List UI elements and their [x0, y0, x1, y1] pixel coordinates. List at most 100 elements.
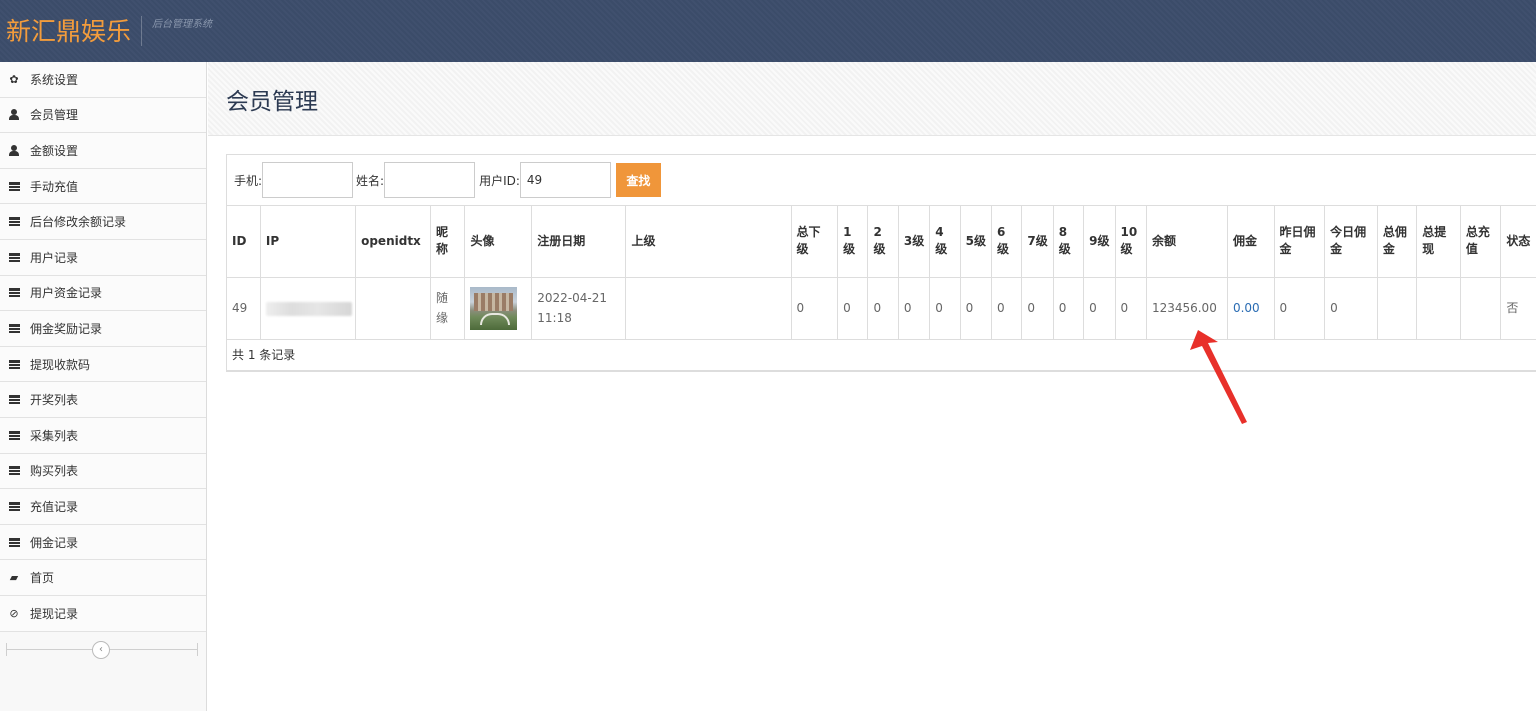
- sidebar-item-label: 后台修改余额记录: [30, 215, 127, 230]
- col-header-yesterday-commission[interactable]: 昨日佣金: [1273, 206, 1326, 278]
- calendar-icon: [6, 250, 22, 264]
- sidebar-item-recharge-log[interactable]: 充值记录: [0, 489, 206, 525]
- calendar-icon: [6, 428, 22, 442]
- sidebar-item-home[interactable]: ▰ 首页: [0, 560, 206, 596]
- calendar-icon: [6, 535, 22, 549]
- gear-icon: ✿: [9, 72, 19, 86]
- sidebar-item-user-log[interactable]: 用户记录: [0, 239, 206, 276]
- sidebar-item-label: 提现收款码: [30, 357, 91, 372]
- cell-openidtx: [355, 276, 432, 340]
- cell-id: 49: [227, 276, 261, 340]
- col-header-total-recharge[interactable]: 总充值: [1459, 206, 1502, 278]
- col-header-l10[interactable]: 10级: [1114, 206, 1147, 278]
- col-header-l4[interactable]: 4级: [929, 206, 961, 278]
- calendar-icon: [6, 357, 22, 371]
- col-header-today-commission[interactable]: 今日佣金: [1324, 206, 1378, 278]
- sidebar-item-members[interactable]: 会员管理: [0, 97, 206, 134]
- col-header-l5[interactable]: 5级: [959, 206, 993, 278]
- sidebar-item-label: 金额设置: [30, 143, 79, 158]
- col-header-balance[interactable]: 余额: [1145, 206, 1228, 278]
- avatar[interactable]: [470, 286, 518, 330]
- cell-l9: 0: [1083, 276, 1116, 340]
- sidebar-item-label: 佣金奖励记录: [30, 321, 103, 336]
- table-row[interactable]: 49 随缘 2022-04-21 11:18 0 0 0 0 0 0 0 0 0…: [227, 276, 1536, 340]
- cell-l5: 0: [959, 276, 993, 340]
- col-header-nickname[interactable]: 昵称: [430, 206, 466, 278]
- sidebar-item-withdraw-log[interactable]: ⊘ 提现记录: [0, 595, 206, 632]
- cell-avatar: [464, 276, 533, 340]
- annotation-arrow: [1190, 330, 1247, 424]
- col-header-avatar[interactable]: 头像: [464, 206, 533, 278]
- sidebar: ✿ 系统设置 会员管理 金额设置 手动充值 后台修改余额记录 用户记录 用户资金…: [0, 62, 207, 711]
- cell-reg-date: 2022-04-21 11:18: [531, 276, 627, 340]
- sidebar-item-withdraw-qrcode[interactable]: 提现收款码: [0, 346, 206, 383]
- folder-icon: ▰: [9, 571, 19, 585]
- brand-subtitle: 后台管理系统: [152, 18, 213, 30]
- sidebar-item-label: 提现记录: [30, 606, 79, 621]
- user-icon: [6, 108, 22, 122]
- cell-l6: 0: [991, 276, 1023, 340]
- cell-status: 否: [1500, 276, 1536, 340]
- col-header-openidtx[interactable]: openidtx: [355, 206, 432, 278]
- col-header-l8[interactable]: 8级: [1052, 206, 1085, 278]
- col-header-l1[interactable]: 1级: [837, 206, 869, 278]
- calendar-icon: [6, 179, 22, 193]
- sidebar-item-commission-log[interactable]: 佣金记录: [0, 524, 206, 561]
- cell-ip: [259, 276, 357, 340]
- col-header-l9[interactable]: 9级: [1083, 206, 1116, 278]
- members-panel: 手机: 姓名: 用户ID: 查找 ID IP open: [226, 154, 1536, 372]
- cell-yesterday-commission: 0: [1273, 276, 1326, 340]
- calendar-icon: [6, 286, 22, 300]
- chevron-left-icon: ‹: [99, 643, 103, 655]
- calendar-icon: [6, 499, 22, 513]
- calendar-icon: [6, 215, 22, 229]
- sidebar-item-user-funds-log[interactable]: 用户资金记录: [0, 275, 206, 312]
- sidebar-item-system-settings[interactable]: ✿ 系统设置: [0, 62, 206, 98]
- sidebar-item-label: 佣金记录: [30, 535, 79, 550]
- sidebar-item-manual-recharge[interactable]: 手动充值: [0, 168, 206, 205]
- calendar-icon: [6, 464, 22, 478]
- userid-input[interactable]: [519, 162, 611, 198]
- page-header: 会员管理: [208, 62, 1536, 136]
- col-header-status[interactable]: 状态: [1500, 206, 1536, 278]
- sidebar-item-collect-list[interactable]: 采集列表: [0, 417, 206, 454]
- sidebar-item-amount-settings[interactable]: 金额设置: [0, 133, 206, 169]
- phone-label: 手机:: [234, 173, 263, 188]
- cell-l3: 0: [897, 276, 931, 340]
- col-header-l7[interactable]: 7级: [1021, 206, 1054, 278]
- col-header-commission[interactable]: 佣金: [1226, 206, 1275, 278]
- cell-parent: [625, 276, 792, 340]
- col-header-id[interactable]: ID: [227, 206, 261, 278]
- brand-logo[interactable]: 新汇鼎娱乐: [0, 19, 131, 44]
- col-header-reg-date[interactable]: 注册日期: [531, 206, 627, 278]
- col-header-total-commission[interactable]: 总佣金: [1376, 206, 1418, 278]
- arrow-shape: [1190, 330, 1247, 424]
- sidebar-item-commission-reward-log[interactable]: 佣金奖励记录: [0, 311, 206, 347]
- user-icon: [6, 143, 22, 157]
- col-header-ip[interactable]: IP: [259, 206, 357, 278]
- cell-l2: 0: [867, 276, 899, 340]
- sidebar-item-label: 购买列表: [30, 464, 79, 479]
- name-input[interactable]: [384, 162, 476, 198]
- sidebar-item-draw-list[interactable]: 开奖列表: [0, 382, 206, 418]
- reg-date: 2022-04-21: [537, 291, 608, 305]
- col-header-l6[interactable]: 6级: [991, 206, 1023, 278]
- cell-l8: 0: [1052, 276, 1085, 340]
- col-header-total-withdraw[interactable]: 总提现: [1416, 206, 1461, 278]
- sidebar-item-label: 充值记录: [30, 499, 79, 514]
- search-button[interactable]: 查找: [615, 163, 661, 197]
- ban-icon: ⊘: [9, 606, 19, 620]
- table-footer-row: 共 1 条记录: [227, 338, 1536, 371]
- phone-input[interactable]: [262, 162, 354, 198]
- cell-today-commission: 0: [1324, 276, 1378, 340]
- col-header-total-sub[interactable]: 总下级: [790, 206, 839, 278]
- sidebar-item-purchase-list[interactable]: 购买列表: [0, 453, 206, 490]
- cell-l10: 0: [1114, 276, 1147, 340]
- col-header-l3[interactable]: 3级: [897, 206, 931, 278]
- sidebar-item-balance-edit-log[interactable]: 后台修改余额记录: [0, 204, 206, 240]
- col-header-l2[interactable]: 2级: [867, 206, 899, 278]
- cell-nickname: 随缘: [430, 276, 466, 340]
- sidebar-collapse-button[interactable]: ‹: [92, 640, 110, 659]
- col-header-parent[interactable]: 上级: [625, 206, 792, 278]
- sidebar-item-label: 采集列表: [30, 428, 79, 443]
